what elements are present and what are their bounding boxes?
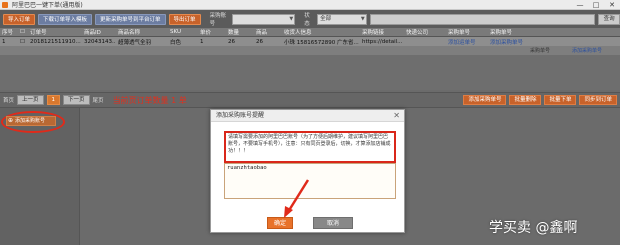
cell-product-id: 32043143... — [84, 38, 116, 45]
next-page-button[interactable]: 下一页 — [63, 95, 90, 105]
watermark: 学买卖 @鑫啊 — [489, 220, 578, 236]
dialog-header: 添加采购账号提醒 ✕ — [211, 110, 404, 122]
col-select[interactable]: ☐ — [18, 29, 28, 35]
subrow-purchase-no: 采购单号 — [530, 48, 551, 54]
status-label: 状态 — [304, 13, 310, 27]
add-account-label: 添加采购账号 — [15, 118, 46, 124]
cell-receiver: 小珠 15816572890 广东省... — [284, 39, 359, 46]
status-value: 全部 — [320, 15, 332, 22]
dialog-title: 添加采购账号提醒 — [216, 112, 265, 119]
cell-product-name: 超薄透气全羽 — [118, 39, 152, 46]
cell-order-no: 2018121511910... — [30, 38, 81, 45]
bulk-order-button[interactable]: 批量下单 — [544, 95, 577, 105]
chevron-down-icon: ▼ — [289, 15, 294, 22]
col-tracking: 采购单号 — [448, 30, 471, 36]
minimize-button[interactable]: — — [572, 0, 588, 10]
plus-icon: ⊕ — [8, 117, 14, 124]
update-purchase-no-button[interactable]: 更新采购单号到平台订单 — [95, 13, 166, 25]
col-order-no: 订单号 — [30, 30, 47, 36]
search-input[interactable] — [369, 13, 596, 25]
download-template-button[interactable]: 下载订单导入模板 — [38, 13, 93, 25]
search-button[interactable]: 查询 — [598, 13, 620, 25]
col-index: 序号 — [2, 30, 14, 36]
maximize-button[interactable]: □ — [588, 0, 604, 10]
pagination-bar: 首页 上一页 1 下一页 尾页 当前页订单数量 1 单 添加采购单号 批量删除 … — [0, 92, 620, 108]
row-checkbox[interactable]: ☐ — [18, 39, 28, 45]
toolbar: 导入订单 下载订单导入模板 更新采购单号到平台订单 导出订单 采购账号 ▼ 状态… — [0, 10, 620, 28]
first-page-link[interactable]: 首页 — [3, 96, 14, 104]
bulk-add-purchase-no-button[interactable]: 添加采购单号 — [463, 95, 507, 105]
dialog-notice: 请填写需要添加的阿里巴巴账号（为了方便后期维护，建议填写阿里巴巴账号，不要填写手… — [224, 131, 396, 163]
cell-index: 1 — [2, 38, 6, 45]
account-label: 采购账号 — [209, 13, 227, 27]
window-controls: — □ ✕ — [572, 0, 620, 10]
col-product-name: 商品名称 — [118, 30, 141, 36]
chevron-down-icon: ▼ — [360, 15, 365, 22]
add-tracking-link[interactable]: 添加运单号 — [446, 38, 488, 46]
bulk-actions: 添加采购单号 批量删除 批量下单 同步到订单 — [463, 95, 620, 105]
confirm-button[interactable]: 确定 — [267, 217, 293, 229]
cell-price: 1 — [200, 38, 204, 45]
col-price: 单价 — [200, 30, 212, 36]
col-purchase-no: 采购单号 — [490, 30, 513, 36]
app-icon — [2, 1, 8, 8]
last-page-link[interactable]: 尾页 — [93, 96, 104, 104]
col-sku: SKU — [170, 29, 181, 35]
col-receiver: 收货人信息 — [284, 30, 312, 36]
cell-sku: 白色 — [170, 39, 182, 46]
account-select[interactable]: ▼ — [232, 13, 296, 25]
subrow-add-purchase-no[interactable]: 添加采购单号 — [570, 47, 620, 54]
cell-purchase-link[interactable]: https://detail... — [360, 39, 404, 45]
col-product-id: 商品ID — [84, 30, 101, 36]
cancel-button[interactable]: 取消 — [313, 217, 353, 229]
order-count: 当前页订单数量 1 单 — [112, 95, 187, 105]
page-number-button[interactable]: 1 — [46, 95, 61, 105]
col-courier: 快递公司 — [406, 30, 429, 36]
close-button[interactable]: ✕ — [604, 0, 620, 10]
bulk-delete-button[interactable]: 批量删除 — [509, 95, 542, 105]
table-row[interactable]: 1 ☐ 2018121511910... 32043143... 超薄透气全羽 … — [0, 37, 620, 46]
cell-goods: 26 — [256, 38, 263, 45]
window-title: 阿里巴巴一键下单(通用版) — [12, 2, 83, 9]
orders-table: 序号 ☐ 订单号 商品ID 商品名称 SKU 单价 数量 商品 收货人信息 采购… — [0, 28, 620, 90]
table-header: 序号 ☐ 订单号 商品ID 商品名称 SKU 单价 数量 商品 收货人信息 采购… — [0, 28, 620, 37]
annotation-arrow-icon — [284, 179, 310, 218]
title-bar: 阿里巴巴一键下单(通用版) — □ ✕ — [0, 0, 620, 10]
table-subrow: 采购单号 添加采购单号 — [0, 46, 620, 55]
col-goods: 商品 — [256, 30, 268, 36]
cell-qty: 26 — [228, 38, 235, 45]
export-orders-button[interactable]: 导出订单 — [168, 13, 201, 25]
close-icon[interactable]: ✕ — [393, 110, 400, 122]
add-purchase-no-link[interactable]: 添加采购单号 — [488, 38, 538, 46]
add-account-button[interactable]: ⊕ 添加采购账号 — [6, 116, 56, 126]
status-select[interactable]: 全部 ▼ — [317, 13, 367, 25]
import-orders-button[interactable]: 导入订单 — [3, 13, 36, 25]
col-purchase-link: 采购链接 — [362, 30, 385, 36]
prev-page-button[interactable]: 上一页 — [17, 95, 44, 105]
account-panel: ⊕ 添加采购账号 — [0, 108, 80, 245]
col-qty: 数量 — [228, 30, 240, 36]
sync-orders-button[interactable]: 同步到订单 — [579, 95, 617, 105]
